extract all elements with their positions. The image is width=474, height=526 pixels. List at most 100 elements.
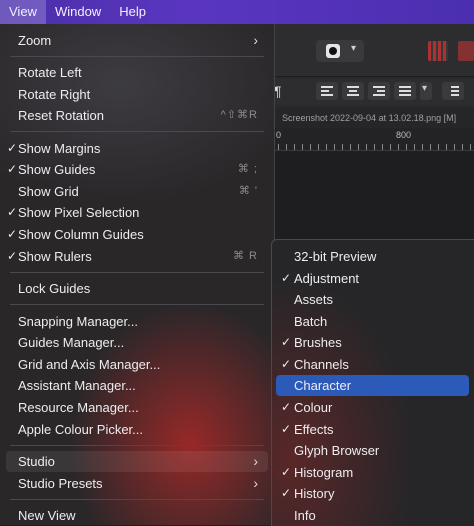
horizontal-ruler: 0 800 xyxy=(270,128,474,151)
submenu-item-assets[interactable]: Assets xyxy=(276,289,469,310)
document-tab[interactable]: Screenshot 2022-09-04 at 13.02.18.png [M… xyxy=(270,108,474,128)
checkmark-icon: ✓ xyxy=(280,400,292,414)
menu-item-label: Character xyxy=(294,378,352,393)
menu-item-zoom[interactable]: Zoom › xyxy=(6,30,268,51)
menu-item-guides-manager[interactable]: Guides Manager... xyxy=(6,332,268,353)
submenu-item-character[interactable]: Character xyxy=(276,375,469,396)
selection-mode-button[interactable]: ▾ xyxy=(316,40,364,62)
ruler-ticks xyxy=(278,144,474,150)
separator xyxy=(10,272,264,273)
separator xyxy=(10,499,264,500)
chevron-down-icon: ▾ xyxy=(350,43,356,54)
menu-item-label: Colour xyxy=(294,400,333,415)
menu-item-show-column-guides[interactable]: ✓ Show Column Guides xyxy=(6,224,268,245)
checkmark-icon: ✓ xyxy=(280,357,292,371)
menu-item-label: Brushes xyxy=(294,335,342,350)
menu-item-lock-guides[interactable]: Lock Guides xyxy=(6,278,268,299)
chevron-right-icon: › xyxy=(253,475,258,491)
checkmark-icon: ✓ xyxy=(280,465,292,479)
menu-item-rotate-left[interactable]: Rotate Left xyxy=(6,62,268,83)
checkmark-icon: ✓ xyxy=(6,249,18,263)
submenu-item-info[interactable]: Info xyxy=(276,505,469,526)
ruler-label: 800 xyxy=(396,130,412,140)
submenu-item-adjustment[interactable]: ✓ Adjustment xyxy=(276,268,469,289)
align-right-icon[interactable] xyxy=(368,82,390,100)
menubar-view[interactable]: View xyxy=(0,0,46,24)
menu-item-label: 32-bit Preview xyxy=(294,249,377,264)
menu-item-new-view[interactable]: New View xyxy=(6,505,268,526)
paragraph-icon[interactable]: ¶ xyxy=(274,83,282,99)
separator xyxy=(10,131,264,132)
menu-item-label: Rotate Left xyxy=(18,65,82,80)
list-icon[interactable] xyxy=(442,82,464,100)
menu-item-apple-colour-picker[interactable]: Apple Colour Picker... xyxy=(6,419,268,440)
menu-item-label: Info xyxy=(294,508,316,523)
menu-item-label: Adjustment xyxy=(294,271,360,286)
checkmark-icon: ✓ xyxy=(280,486,292,500)
chevron-down-icon[interactable]: ▾ xyxy=(420,82,432,100)
circle-icon xyxy=(326,44,340,58)
menu-item-grid-axis-manager[interactable]: Grid and Axis Manager... xyxy=(6,354,268,375)
studio-submenu: 32-bit Preview ✓ Adjustment Assets Batch… xyxy=(271,239,474,526)
submenu-item-glyph-browser[interactable]: Glyph Browser xyxy=(276,440,469,461)
checkmark-icon: ✓ xyxy=(6,162,18,176)
menu-item-studio-presets[interactable]: Studio Presets › xyxy=(6,473,268,494)
submenu-item-histogram[interactable]: ✓ Histogram xyxy=(276,462,469,483)
separator xyxy=(10,304,264,305)
separator xyxy=(10,445,264,446)
menu-item-label: Histogram xyxy=(294,465,354,480)
shortcut: ^⇧⌘R xyxy=(220,109,258,121)
color-icon[interactable] xyxy=(458,41,474,61)
submenu-item-32bit-preview[interactable]: 32-bit Preview xyxy=(276,246,469,267)
separator xyxy=(10,56,264,57)
menu-item-label: Batch xyxy=(294,314,328,329)
submenu-item-history[interactable]: ✓ History xyxy=(276,483,469,504)
chevron-right-icon: › xyxy=(253,453,258,469)
ruler-label: 0 xyxy=(276,130,282,140)
shortcut: ⌘ R xyxy=(233,250,258,262)
menu-item-snapping-manager[interactable]: Snapping Manager... xyxy=(6,311,268,332)
menu-item-label: Reset Rotation xyxy=(18,108,104,123)
menu-item-reset-rotation[interactable]: Reset Rotation ^⇧⌘R xyxy=(6,105,268,126)
menu-item-assistant-manager[interactable]: Assistant Manager... xyxy=(6,375,268,396)
menu-item-label: Snapping Manager... xyxy=(18,314,138,329)
menu-item-label: History xyxy=(294,486,335,501)
chevron-right-icon: › xyxy=(253,32,258,48)
shortcut: ⌘ ; xyxy=(237,163,258,175)
submenu-item-channels[interactable]: ✓ Channels xyxy=(276,354,469,375)
menu-item-label: Assistant Manager... xyxy=(18,378,136,393)
menubar-help[interactable]: Help xyxy=(110,0,155,24)
align-center-icon[interactable] xyxy=(342,82,364,100)
submenu-item-effects[interactable]: ✓ Effects xyxy=(276,419,469,440)
menu-item-label: Guides Manager... xyxy=(18,335,125,350)
top-toolbar: ▾ xyxy=(270,24,474,77)
menu-item-show-rulers[interactable]: ✓ Show Rulers ⌘ R xyxy=(6,246,268,267)
menu-item-label: Show Guides xyxy=(18,162,96,177)
view-menu: Zoom › Rotate Left Rotate Right Reset Ro… xyxy=(0,24,275,525)
menu-item-show-guides[interactable]: ✓ Show Guides ⌘ ; xyxy=(6,159,268,180)
menu-item-label: Show Pixel Selection xyxy=(18,205,140,220)
menu-item-show-pixel-selection[interactable]: ✓ Show Pixel Selection xyxy=(6,202,268,223)
menu-item-resource-manager[interactable]: Resource Manager... xyxy=(6,397,268,418)
menu-item-studio[interactable]: Studio › xyxy=(6,451,268,472)
submenu-item-batch[interactable]: Batch xyxy=(276,311,469,332)
submenu-item-brushes[interactable]: ✓ Brushes xyxy=(276,332,469,353)
menu-item-label: Studio Presets xyxy=(18,476,103,491)
menu-item-show-margins[interactable]: ✓ Show Margins xyxy=(6,138,268,159)
menu-item-label: Show Grid xyxy=(18,184,79,199)
context-toolbar: ¶ ▾ xyxy=(270,79,474,105)
menu-item-show-grid[interactable]: Show Grid ⌘ ' xyxy=(6,181,268,202)
menu-item-label: Zoom xyxy=(18,33,52,48)
menu-item-label: Lock Guides xyxy=(18,281,91,296)
menu-item-label: New View xyxy=(18,508,76,523)
menu-item-label: Grid and Axis Manager... xyxy=(18,357,161,372)
menu-item-label: Show Rulers xyxy=(18,249,92,264)
submenu-item-colour[interactable]: ✓ Colour xyxy=(276,397,469,418)
grid-icon[interactable] xyxy=(428,41,448,61)
align-left-icon[interactable] xyxy=(316,82,338,100)
menu-item-rotate-right[interactable]: Rotate Right xyxy=(6,84,268,105)
menubar-window[interactable]: Window xyxy=(46,0,110,24)
checkmark-icon: ✓ xyxy=(6,227,18,241)
menu-item-label: Studio xyxy=(18,454,55,469)
justify-icon[interactable] xyxy=(394,82,416,100)
